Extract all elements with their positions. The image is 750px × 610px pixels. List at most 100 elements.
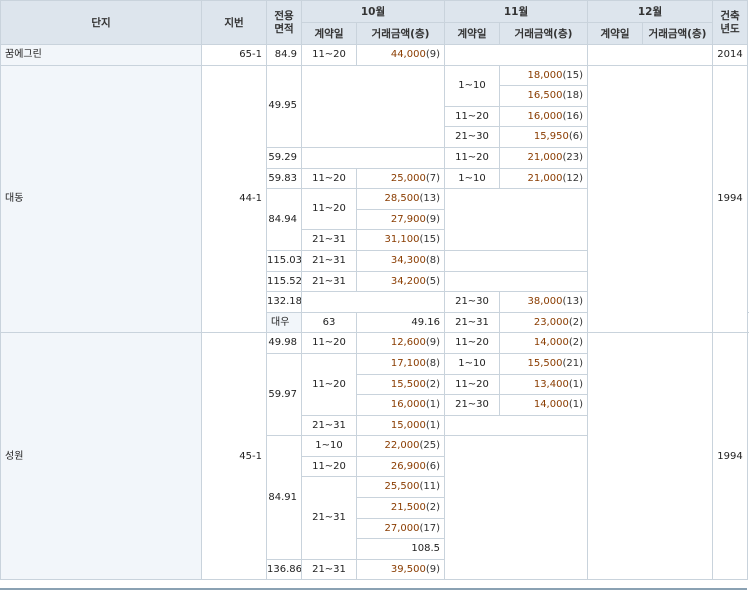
floor-value: (9) (425, 49, 440, 60)
area-cell: 49.98 (266, 332, 302, 354)
table-row: 대동 44-1 49.95 1~10 18,000(15) 1994 (0, 64, 748, 334)
area-cell: 49.16 (356, 311, 445, 334)
area-cell: 49.95 (266, 64, 302, 148)
header-amount-oct: 거래금액(층) (356, 22, 445, 45)
contract-day-cell: 21~30 (444, 291, 500, 313)
contract-day-cell: 1~10 (301, 435, 357, 457)
floor-value: (21) (562, 357, 583, 369)
floor-value: (23) (562, 151, 583, 163)
header-row-months: 단지 지번 전용 면적 10월 11월 12월 건축 년도 (0, 0, 748, 45)
contract-day-cell (587, 44, 713, 66)
amount-value: 26,900 (390, 460, 426, 472)
amount-cell: 12,600(9) (356, 332, 445, 354)
lot-number-cell: 44-1 (201, 64, 267, 334)
amount-cell: 14,000(1) (499, 394, 588, 416)
floor-value: (8) (425, 254, 440, 266)
amount-value: 14,000 (533, 399, 569, 411)
amount-value: 17,100 (390, 357, 426, 369)
header-built-line1: 건축 (720, 9, 740, 22)
area-cell: 84.94 (266, 188, 302, 251)
amount-cell: 44,000(9) (356, 44, 445, 66)
amount-value: 15,500 (527, 357, 563, 369)
amount-cell: 15,000(1) (356, 414, 445, 437)
contract-day-cell: 11~20 (301, 332, 357, 354)
floor-value: (6) (425, 460, 440, 472)
amount-value: 34,200 (390, 275, 426, 287)
contract-day-cell: 21~31 (301, 558, 357, 581)
built-year-cell: 1994 (712, 332, 748, 581)
amount-cell: 27,900(9) (356, 208, 445, 231)
amount-value: 22,000 (384, 440, 420, 452)
built-year-cell: 1994 (712, 64, 748, 334)
amount-value: 39,500 (390, 563, 426, 575)
contract-day-cell: 11~20 (301, 167, 357, 190)
floor-value: (13) (562, 296, 583, 308)
amount-value: 25,000 (390, 172, 426, 184)
amount-value: 31,100 (384, 234, 420, 246)
contract-day-cell: 21~31 (301, 476, 357, 560)
contract-day-cell (444, 435, 588, 581)
amount-cell: 16,500(18) (499, 85, 588, 107)
amount-cell: 15,500(21) (499, 352, 588, 375)
floor-value: (8) (425, 357, 440, 369)
contract-day-cell: 11~20 (301, 44, 357, 66)
contract-day-cell (301, 64, 445, 148)
floor-value: (18) (562, 90, 583, 102)
amount-cell: 16,000(16) (499, 105, 588, 128)
lot-number-cell: 65-1 (201, 44, 267, 66)
amount-cell: 25,500(11) (356, 476, 445, 499)
amount-cell: 26,900(6) (356, 455, 445, 478)
floor-value: (12) (562, 172, 583, 184)
header-built-line2: 년도 (720, 22, 740, 35)
amount-cell: 15,500(2) (356, 373, 445, 396)
amount-value: 16,500 (527, 90, 563, 102)
amount-value: 12,600 (390, 337, 426, 349)
contract-day-cell: 11~20 (444, 332, 500, 354)
contract-day-cell: 21~31 (301, 414, 357, 437)
header-area: 전용 면적 (266, 0, 302, 45)
complex-name-cell: 꿈에그린 (0, 44, 202, 66)
contract-day-cell: 21~31 (444, 311, 500, 334)
lot-number-cell: 45-1 (201, 332, 267, 581)
amount-cell: 28,500(13) (356, 188, 445, 210)
amount-cell: 17,100(8) (356, 352, 445, 375)
amount-cell: 18,000(15) (499, 64, 588, 87)
amount-value: 14,000 (533, 337, 569, 349)
area-cell: 59.83 (266, 167, 302, 190)
amount-value: 15,500 (390, 378, 426, 390)
area-cell: 136.86 (266, 558, 302, 581)
amount-value: 15,000 (390, 419, 426, 431)
area-cell: 59.29 (266, 146, 302, 169)
floor-value: (2) (568, 316, 583, 328)
floor-value: (9) (425, 213, 440, 225)
amount-cell: 16,000(1) (356, 394, 445, 416)
floor-value: (2) (425, 378, 440, 390)
floor-value: (13) (419, 193, 440, 205)
floor-value: (15) (562, 69, 583, 81)
amount-value: 25,500 (384, 481, 420, 493)
header-month-dec: 12월 (587, 0, 713, 23)
table-row: 꿈에그린 65-1 84.9 11~20 44,000(9) 2014 (0, 44, 748, 66)
amount-cell: 27,000(17) (356, 517, 445, 540)
amount-value: 13,400 (533, 378, 569, 390)
floor-value: (9) (425, 563, 440, 575)
amount-value: 18,000 (527, 69, 563, 81)
floor-value: (6) (568, 131, 583, 143)
amount-value: 15,950 (533, 131, 569, 143)
amount-value: 27,900 (390, 213, 426, 225)
floor-value: (1) (568, 399, 583, 411)
header-contract-day-oct: 계약일 (301, 22, 357, 45)
floor-value: (25) (419, 440, 440, 452)
amount-value: 16,000 (527, 110, 563, 122)
floor-value: (11) (419, 481, 440, 493)
contract-day-cell (301, 146, 445, 169)
amount-value: 34,300 (390, 254, 426, 266)
amount-value: 44,000 (390, 49, 426, 60)
amount-cell: 22,000(25) (356, 435, 445, 457)
floor-value: (16) (562, 110, 583, 122)
amount-value: 21,500 (390, 502, 426, 514)
floor-value: (1) (425, 419, 440, 431)
contract-day-cell: 11~20 (444, 146, 500, 169)
amount-value: 16,000 (390, 399, 426, 411)
header-amount-dec: 거래금액(층) (642, 22, 713, 45)
